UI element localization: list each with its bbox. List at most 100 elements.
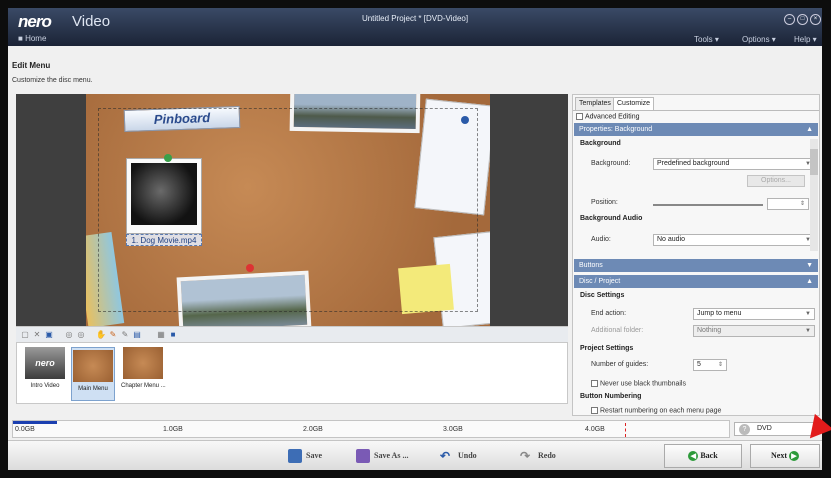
back-arrow-icon: ◀ [688, 451, 699, 462]
undo-button[interactable]: ↶ Undo [440, 445, 477, 467]
undo-label: Undo [458, 451, 477, 460]
brush-icon[interactable]: ✎ [120, 330, 130, 340]
stepper-value: 5 [697, 361, 701, 368]
position-stepper[interactable]: ⇕ [767, 198, 809, 210]
options-menu[interactable]: Options ▾ [742, 35, 776, 44]
main-menu-thumb-image [73, 350, 113, 382]
save-as-button[interactable]: Save As ... [356, 445, 408, 467]
hand-icon[interactable]: ✋ [96, 330, 106, 340]
pen-icon[interactable]: ✎ [108, 330, 118, 340]
thumbnail-label: Main Menu [78, 386, 108, 392]
guides-label: Number of guides: [591, 361, 649, 368]
home-label: Home [25, 34, 47, 43]
advanced-editing-checkbox[interactable]: Advanced Editing [576, 113, 639, 120]
scrollbar-thumb[interactable] [810, 149, 818, 175]
buttons-header[interactable]: Buttons ▼ [574, 259, 818, 272]
new-icon[interactable]: ▢ [20, 330, 30, 340]
end-action-label: End action: [591, 310, 627, 317]
home-link[interactable]: ■ Home [18, 34, 46, 43]
minimize-icon[interactable]: – [784, 14, 795, 25]
checkbox-checked-icon [591, 407, 598, 414]
save-as-label: Save As ... [374, 451, 409, 460]
never-black-checkbox[interactable]: Never use black thumbnails [591, 380, 686, 387]
preview-icon[interactable]: ■ [168, 330, 178, 340]
position-slider[interactable] [653, 204, 763, 206]
redo-icon: ↷ [520, 449, 531, 464]
collapse-icon: ▲ [806, 278, 813, 285]
bottom-bar: 0.0GB 1.0GB 2.0GB 3.0GB 4.0GB ? DVD Save… [8, 420, 822, 470]
audio-dropdown[interactable]: No audio ▼ [653, 234, 815, 246]
section-title: Disc / Project [579, 278, 621, 285]
next-arrow-icon: ▶ [789, 451, 799, 462]
stepper-arrows-icon: ⇕ [799, 201, 805, 207]
thumbnail-intro-video[interactable]: nero Intro Video [23, 347, 67, 401]
save-button[interactable]: Save [288, 445, 322, 467]
collapse-icon: ▲ [806, 126, 813, 133]
stepper-arrows-icon: ⇕ [717, 362, 723, 368]
home-icon: ■ [18, 34, 26, 43]
thumbnail-main-menu[interactable]: Main Menu [71, 347, 115, 401]
restart-numbering-checkbox[interactable]: Restart numbering on each menu page [591, 407, 721, 414]
thumbnail-label: Chapter Menu ... [121, 383, 166, 389]
checkbox-label: Never use black thumbnails [600, 380, 686, 388]
redo-button[interactable]: ↷ Redo [520, 445, 556, 467]
maximize-icon[interactable]: □ [797, 14, 808, 25]
tab-customize[interactable]: Customize [613, 97, 655, 110]
position-label: Position: [591, 199, 618, 206]
background-dropdown[interactable]: Predefined background ▼ [653, 158, 815, 170]
close-icon[interactable]: × [810, 14, 821, 25]
menu-preview[interactable]: Pinboard 1. Dog Movie.mp4 [16, 94, 568, 326]
additional-folder-dropdown[interactable]: Nothing ▼ [693, 325, 815, 337]
grid-icon[interactable]: ▦ [156, 330, 166, 340]
options-button[interactable]: Options... [747, 175, 805, 187]
properties-panel: Templates Customize Advanced Editing Pro… [572, 94, 820, 416]
end-action-dropdown[interactable]: Jump to menu ▼ [693, 308, 815, 320]
back-button[interactable]: ◀ Back [664, 444, 742, 468]
background-group-title: Background [580, 140, 621, 147]
section-title: Properties: Background [579, 126, 653, 133]
help-icon[interactable]: ? [739, 424, 750, 435]
project-settings-group-title: Project Settings [580, 345, 634, 352]
layout-icon[interactable]: ▤ [132, 330, 142, 340]
disc-settings-group-title: Disc Settings [580, 292, 625, 299]
help-menu[interactable]: Help ▾ [794, 35, 817, 44]
button-numbering-group-title: Button Numbering [580, 393, 642, 400]
dropdown-value: Predefined background [657, 160, 730, 167]
safe-area-frame [98, 108, 478, 312]
page-subtitle: Customize the disc menu. [12, 77, 93, 84]
action-bar: Save Save As ... ↶ Undo ↷ Redo ◀ Back Next… [8, 440, 822, 470]
properties-scrollbar[interactable] [810, 139, 818, 251]
disc-project-header[interactable]: Disc / Project ▲ [574, 275, 818, 288]
additional-folder-label: Additional folder: [591, 327, 644, 334]
thumbnail-label: Intro Video [30, 383, 60, 389]
background-audio-group-title: Background Audio [580, 215, 643, 222]
delete-icon[interactable]: ✕ [32, 330, 42, 340]
ruler-tick: 2.0GB [303, 426, 323, 433]
capacity-limit-marker [625, 423, 626, 437]
disc-type-value: DVD [757, 425, 772, 432]
dropdown-value: No audio [657, 236, 686, 243]
properties-background-header[interactable]: Properties: Background ▲ [574, 123, 818, 136]
tab-templates[interactable]: Templates [575, 97, 615, 110]
checkbox-label: Restart numbering on each menu page [600, 407, 722, 415]
tab-divider [573, 110, 819, 111]
preview-toolbar: ▢ ✕ ▣ ◎ ◎ ✋ ✎ ✎ ▤ ▦ ■ [16, 326, 568, 342]
guides-stepper[interactable]: 5 ⇕ [693, 359, 727, 371]
next-label: Next [771, 451, 787, 460]
nero-thumb-logo: nero [25, 347, 65, 379]
back-label: Back [700, 451, 718, 460]
checkbox-box [576, 113, 583, 120]
floppy-icon [288, 449, 302, 464]
pinboard-background: Pinboard 1. Dog Movie.mp4 [86, 94, 490, 326]
redo-label: Redo [538, 451, 556, 460]
next-button[interactable]: Next ▶ [750, 444, 820, 468]
zoom-out-icon[interactable]: ◎ [76, 330, 86, 340]
disc-capacity-ruler: 0.0GB 1.0GB 2.0GB 3.0GB 4.0GB [12, 420, 730, 438]
tools-menu[interactable]: Tools ▾ [694, 35, 719, 44]
save-icon[interactable]: ▣ [44, 330, 54, 340]
ruler-tick: 0.0GB [15, 426, 35, 433]
zoom-in-icon[interactable]: ◎ [64, 330, 74, 340]
dropdown-value: Jump to menu [697, 310, 742, 317]
window-title: Untitled Project * [DVD-Video] [361, 14, 469, 23]
thumbnail-chapter-menu[interactable]: Chapter Menu ... [121, 347, 166, 401]
